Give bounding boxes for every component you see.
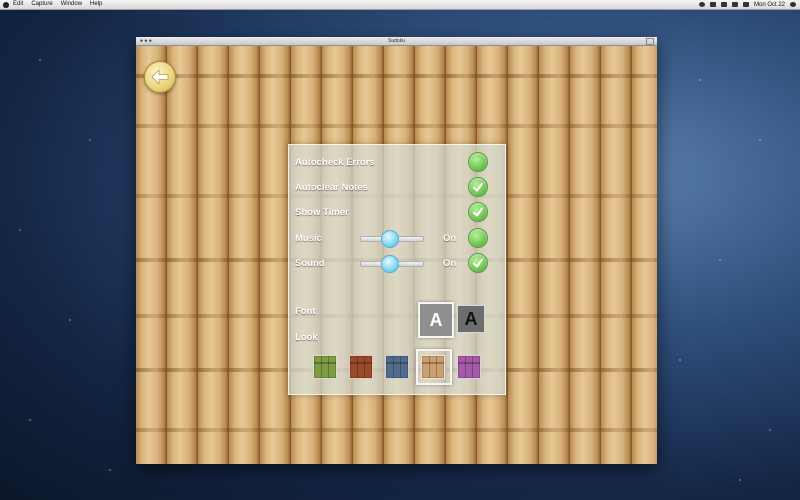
sound-label: Sound: [295, 258, 325, 269]
look-label: Look: [295, 332, 318, 343]
app-window: ● ● ● Sudoku Autocheck Errors Autoclear …: [136, 37, 657, 464]
checkmark-icon: [473, 182, 483, 192]
menu-clock[interactable]: Mon Oct 22: [754, 2, 785, 8]
music-slider-knob[interactable]: [381, 230, 399, 248]
menu-help[interactable]: Help: [90, 0, 102, 9]
music-label: Music: [295, 233, 322, 244]
show-timer-toggle[interactable]: [468, 202, 488, 222]
settings-panel: Autocheck Errors Autoclear Notes Show Ti…: [288, 144, 506, 395]
back-button[interactable]: [144, 61, 176, 93]
title-bar: ● ● ● Sudoku: [136, 37, 657, 46]
look-option-green[interactable]: [313, 355, 337, 379]
checkmark-icon: [473, 207, 483, 217]
autocheck-errors-toggle[interactable]: [468, 152, 488, 172]
bamboo-node: [136, 124, 657, 128]
checkmark-icon: [473, 258, 483, 268]
sound-toggle[interactable]: [468, 253, 488, 273]
back-arrow-icon: [151, 69, 169, 85]
volume-icon[interactable]: [731, 2, 738, 7]
menu-bar: Edit Capture Window Help Mon Oct 22: [0, 0, 800, 10]
wifi-icon[interactable]: [720, 2, 727, 7]
music-toggle[interactable]: [468, 228, 488, 248]
autoclear-notes-label: Autoclear Notes: [295, 182, 368, 193]
show-timer-label: Show Timer: [295, 207, 349, 218]
bluetooth-icon[interactable]: [709, 2, 716, 7]
battery-icon[interactable]: [742, 2, 749, 7]
sound-slider[interactable]: [360, 255, 424, 273]
spotlight-icon[interactable]: [790, 2, 796, 7]
sync-icon[interactable]: [698, 2, 705, 7]
font-option-dark[interactable]: A: [457, 305, 485, 333]
window-title: Sudoku: [388, 38, 405, 44]
menu-window[interactable]: Window: [61, 0, 82, 9]
window-controls[interactable]: ● ● ●: [140, 37, 152, 45]
menu-edit[interactable]: Edit: [13, 0, 23, 9]
music-slider[interactable]: [360, 230, 424, 248]
font-option-light[interactable]: A: [418, 302, 454, 338]
look-option-red[interactable]: [349, 355, 373, 379]
autoclear-notes-toggle[interactable]: [468, 177, 488, 197]
music-state: On: [443, 233, 457, 244]
font-label: Font: [295, 306, 316, 317]
autocheck-errors-label: Autocheck Errors: [295, 157, 375, 168]
look-option-purple[interactable]: [457, 355, 481, 379]
bamboo-background: Autocheck Errors Autoclear Notes Show Ti…: [136, 46, 657, 464]
sound-state: On: [443, 258, 457, 269]
bamboo-node: [136, 428, 657, 432]
menu-capture[interactable]: Capture: [31, 0, 52, 9]
fullscreen-icon[interactable]: [646, 38, 654, 45]
apple-icon[interactable]: [3, 1, 9, 8]
bamboo-node: [136, 74, 657, 78]
look-option-bamboo[interactable]: [421, 355, 445, 379]
sound-slider-knob[interactable]: [381, 255, 399, 273]
look-option-blue[interactable]: [385, 355, 409, 379]
